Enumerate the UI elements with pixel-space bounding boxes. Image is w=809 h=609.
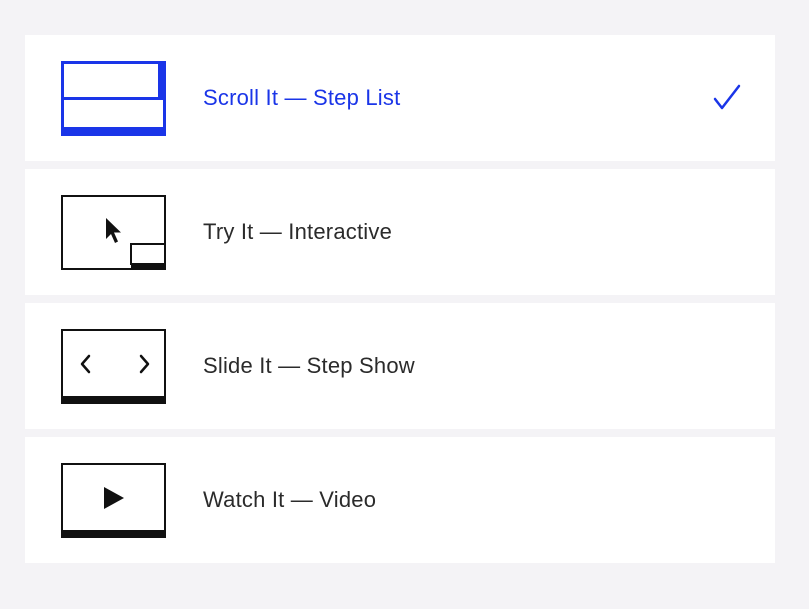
slide-arrows-icon — [61, 329, 166, 404]
option-scroll-it[interactable]: Scroll It — Step List — [25, 35, 775, 161]
option-watch-it[interactable]: Watch It — Video — [25, 437, 775, 563]
option-label: Slide It — Step Show — [203, 353, 415, 378]
format-option-list: Scroll It — Step List Try It — Interacti… — [25, 35, 775, 571]
video-play-icon — [61, 463, 166, 538]
scroll-step-list-icon — [61, 61, 166, 136]
option-try-it[interactable]: Try It — Interactive — [25, 169, 775, 295]
option-label: Scroll It — Step List — [203, 85, 401, 110]
checkmark-icon — [707, 35, 747, 161]
interactive-cursor-icon — [61, 195, 166, 270]
option-label: Watch It — Video — [203, 487, 377, 512]
option-slide-it[interactable]: Slide It — Step Show — [25, 303, 775, 429]
option-label: Try It — Interactive — [203, 219, 393, 244]
